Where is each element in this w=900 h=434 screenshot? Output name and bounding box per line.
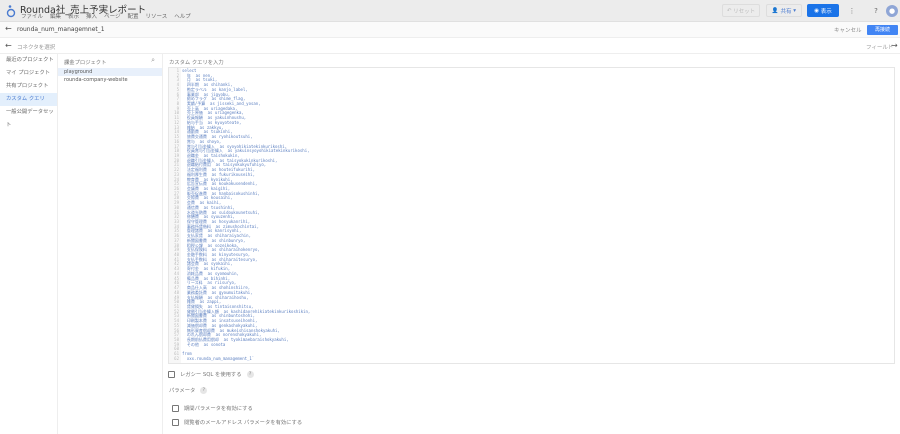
billing-project-header: 課金プロジェクト ⌕	[64, 56, 155, 66]
chevron-down-icon[interactable]: ▾	[792, 8, 796, 14]
nav-recent-projects[interactable]: 最近のプロジェクト	[0, 54, 57, 67]
avatar[interactable]: ●	[886, 5, 898, 17]
menu-bar: ファイル 編集 表示 挿入 ページ 配置 リソース ヘルプ	[21, 12, 191, 20]
forward-arrow-icon[interactable]: →	[891, 41, 898, 50]
nav-public-datasets[interactable]: 一般公開データセット	[0, 106, 57, 128]
nav-my-projects[interactable]: マイ プロジェクト	[0, 67, 57, 80]
source-nav: 最近のプロジェクト マイ プロジェクト 共有プロジェクト カスタム クエリ 一般…	[0, 54, 58, 434]
code-line: 62 xxx.rounda_num_management_1`	[169, 355, 894, 362]
looker-studio-logo	[6, 5, 16, 18]
menu-page[interactable]: ページ	[104, 12, 120, 20]
query-label: カスタム クエリを入力	[169, 60, 224, 66]
cancel-button[interactable]: キャンセル	[834, 26, 862, 34]
connector-bar: ← コネクタを選択 フィールド →	[0, 38, 900, 54]
reconnect-button[interactable]: 再接続	[867, 25, 898, 35]
menu-edit[interactable]: 編集	[50, 12, 61, 20]
help-icon[interactable]: ?	[870, 5, 882, 17]
share-button[interactable]: 👤 共有 ▾	[766, 4, 802, 17]
menu-arrange[interactable]: 配置	[127, 12, 138, 20]
code-text: その他 as sonota	[182, 341, 226, 347]
project-item[interactable]: rounda-company-website	[58, 76, 162, 84]
menu-view[interactable]: 表示	[68, 12, 79, 20]
back-arrow-icon[interactable]: ←	[5, 41, 12, 50]
parameters-heading: パラメータ ?	[169, 386, 208, 394]
reset-button[interactable]: ↶ リセット	[722, 4, 760, 17]
add-person-icon: 👤	[771, 7, 781, 14]
more-vert-icon[interactable]: ⋮	[846, 5, 858, 17]
app-header: Rounda社_売上予実レポート ファイル 編集 表示 挿入 ページ 配置 リソ…	[0, 0, 900, 22]
code-text: xxx.rounda_num_management_1`	[182, 355, 255, 361]
nav-custom-query[interactable]: カスタム クエリ	[0, 93, 57, 106]
datasource-bar: ← rounda_num_managemnet_1 キャンセル 再接続	[0, 22, 900, 38]
legacy-sql-label: レガシー SQL を使用する	[180, 372, 242, 378]
legacy-sql-option: レガシー SQL を使用する ?	[168, 370, 254, 378]
email-parameter-checkbox[interactable]	[172, 418, 179, 426]
date-parameter-option: 期間パラメータを有効にする	[172, 404, 253, 412]
fields-link[interactable]: フィールド	[866, 43, 893, 51]
view-button[interactable]: ◉ 表示	[807, 4, 839, 17]
sql-editor[interactable]: 1 select 2 年 as nen, 3 月 as tsuki, 4 四半期 as …	[168, 67, 895, 364]
line-number: 62	[174, 355, 179, 361]
select-connector-link[interactable]: コネクタを選択	[17, 43, 55, 51]
legacy-sql-checkbox[interactable]	[168, 370, 175, 378]
back-arrow-icon[interactable]: ←	[5, 24, 12, 33]
menu-resource[interactable]: リソース	[145, 12, 167, 20]
help-icon[interactable]: ?	[200, 386, 208, 394]
search-icon[interactable]: ⌕	[151, 56, 155, 65]
billing-project-list: 課金プロジェクト ⌕ playground rounda-company-webs…	[58, 54, 163, 434]
help-icon[interactable]: ?	[246, 370, 254, 378]
nav-shared-projects[interactable]: 共有プロジェクト	[0, 80, 57, 93]
date-parameter-checkbox[interactable]	[172, 404, 179, 412]
email-parameter-option: 閲覧者のメールアドレス パラメータを有効にする	[172, 418, 302, 426]
menu-help[interactable]: ヘルプ	[174, 12, 191, 20]
menu-file[interactable]: ファイル	[21, 12, 43, 20]
custom-query-panel: カスタム クエリを入力 1 select 2 年 as nen, 3 月 as tsu…	[163, 54, 900, 434]
datasource-name[interactable]: rounda_num_managemnet_1	[17, 26, 105, 33]
menu-insert[interactable]: 挿入	[86, 12, 97, 20]
project-item[interactable]: playground	[58, 68, 162, 76]
